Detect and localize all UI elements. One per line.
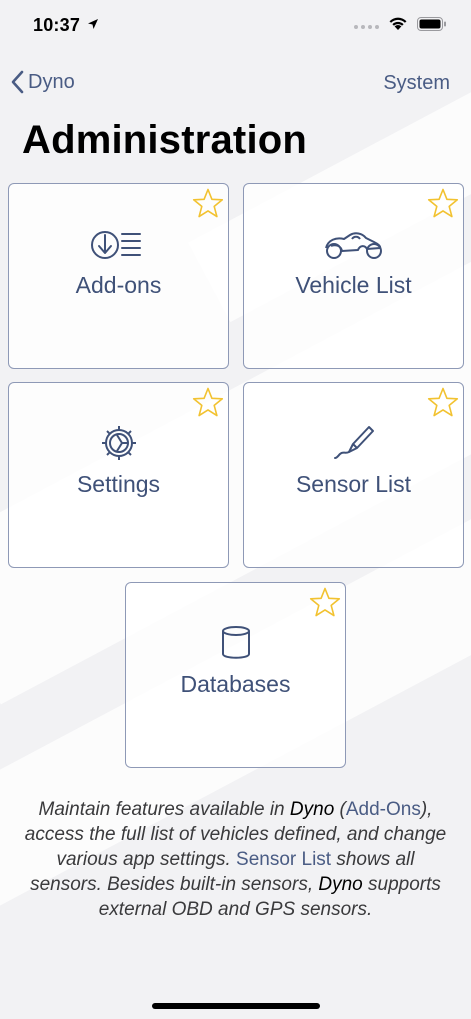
description-text: Maintain features available in Dyno (Add… — [22, 797, 449, 922]
page-title: Administration — [22, 118, 308, 162]
tile-sensor-list[interactable]: Sensor List — [243, 382, 464, 568]
favorite-star-icon[interactable] — [191, 386, 225, 420]
download-list-icon — [90, 231, 141, 259]
location-arrow-icon — [88, 19, 98, 29]
chevron-left-icon — [11, 70, 24, 94]
favorite-star-icon[interactable] — [426, 386, 460, 420]
sensor-list-link[interactable]: Sensor List — [236, 849, 331, 870]
system-button[interactable]: System — [383, 72, 450, 95]
tile-vehicle-list[interactable]: Vehicle List — [243, 183, 464, 369]
database-icon — [221, 626, 250, 659]
tile-label: Settings — [76, 471, 161, 497]
brand-name: Dyno — [318, 874, 363, 895]
wifi-icon — [389, 17, 407, 30]
tile-databases[interactable]: Databases — [125, 582, 346, 768]
navigation-bar: Dyno System — [0, 62, 471, 106]
brand-name: Dyno — [289, 799, 335, 820]
back-button-label: Dyno — [28, 70, 75, 93]
tile-label: Databases — [180, 671, 291, 697]
favorite-star-icon[interactable] — [308, 586, 342, 620]
home-indicator[interactable] — [152, 1003, 320, 1009]
back-button[interactable]: Dyno — [10, 70, 75, 94]
gear-icon — [101, 426, 136, 460]
cellular-signal-icon — [354, 19, 379, 29]
description-text-part: Maintain features available in — [38, 799, 290, 820]
sensor-wand-icon — [333, 426, 374, 459]
tile-add-ons[interactable]: Add-ons — [8, 183, 229, 369]
tile-label: Vehicle List — [295, 272, 412, 298]
battery-icon — [417, 16, 446, 31]
description-text-part: ( — [334, 799, 346, 820]
favorite-star-icon[interactable] — [191, 187, 225, 221]
status-indicators — [354, 16, 447, 31]
favorite-star-icon[interactable] — [426, 187, 460, 221]
add-ons-link[interactable]: Add-Ons — [346, 799, 421, 820]
tile-label: Add-ons — [75, 272, 162, 298]
tile-label: Sensor List — [295, 471, 412, 497]
tile-settings[interactable]: Settings — [8, 382, 229, 568]
motorcycle-icon — [324, 232, 382, 259]
status-time: 10:37 — [33, 15, 81, 35]
status-bar: 10:37 — [0, 0, 471, 54]
